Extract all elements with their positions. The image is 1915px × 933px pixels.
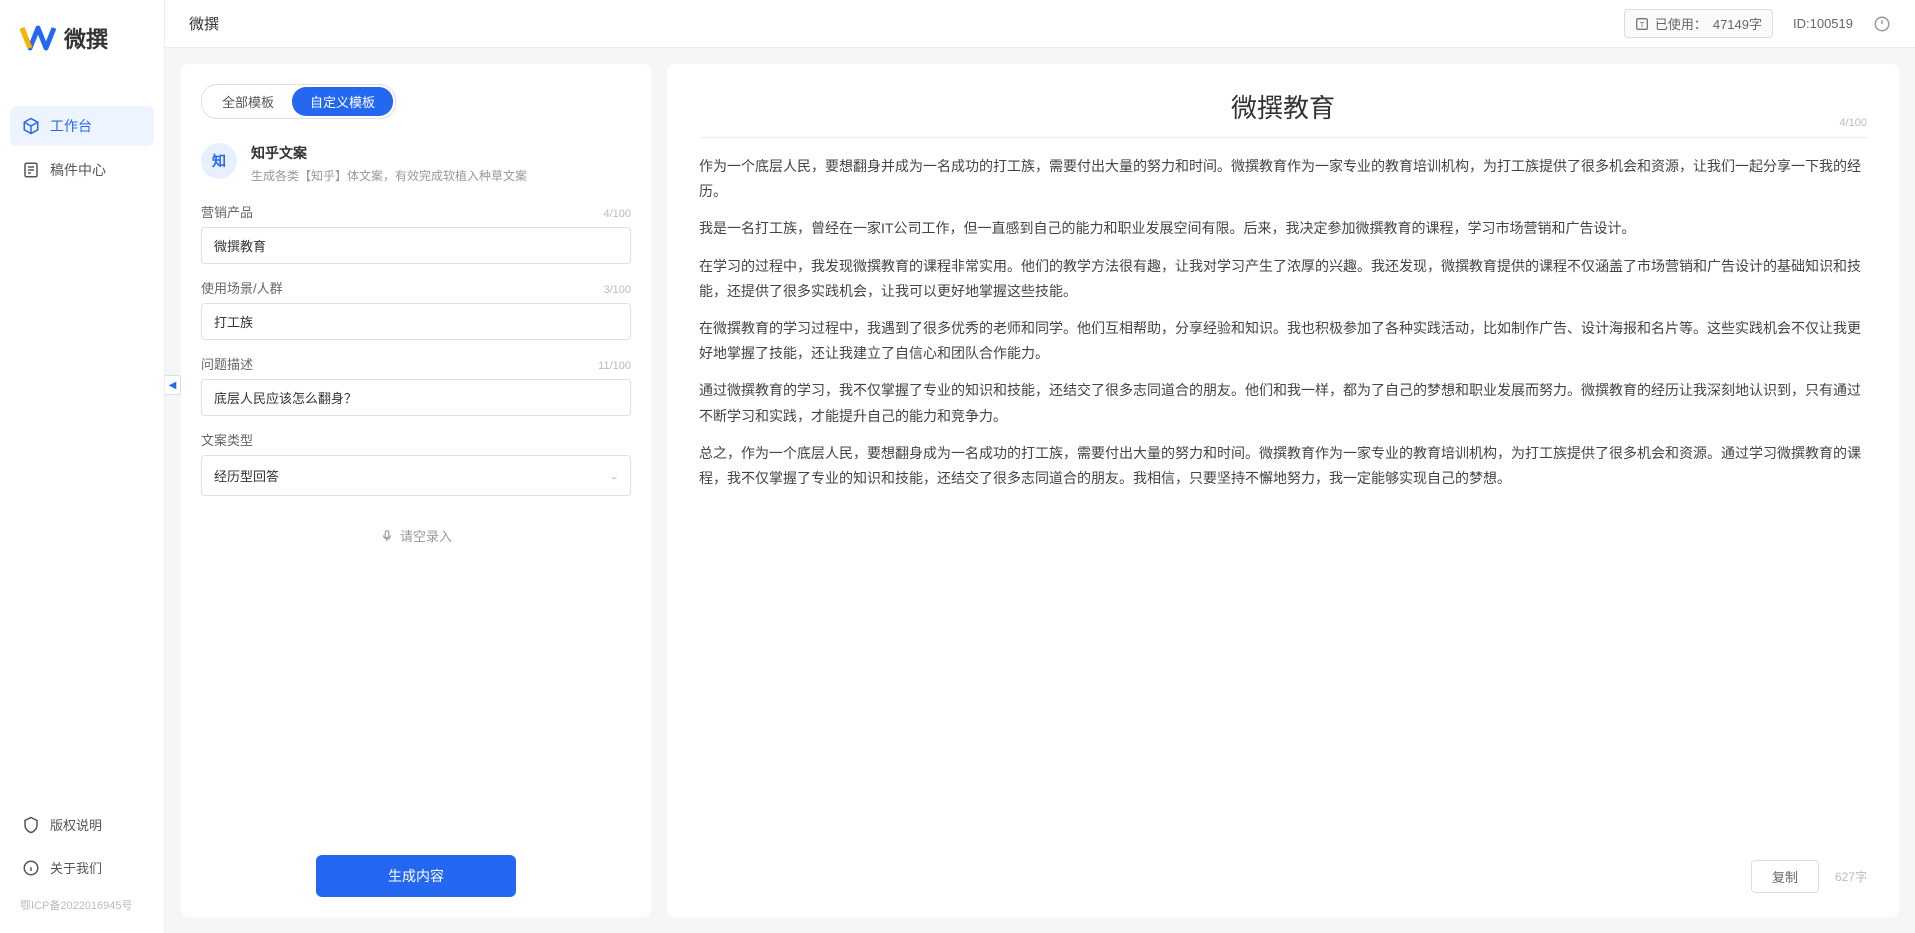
field-counter: 4/100 [603, 208, 631, 220]
scene-input[interactable] [201, 303, 631, 340]
content: 全部模板 自定义模板 知 知乎文案 生成各类【知乎】体文案，有效完成软植入种草文… [165, 48, 1915, 933]
text-icon: T [1635, 17, 1649, 31]
nav-item-label: 工作台 [50, 116, 92, 136]
svg-text:T: T [1640, 21, 1645, 28]
tab-custom-templates[interactable]: 自定义模板 [292, 87, 393, 116]
output-paragraph: 总之，作为一个底层人民，要想翻身成为一名成功的打工族，需要付出大量的努力和时间。… [699, 441, 1867, 491]
field-counter: 3/100 [603, 284, 631, 296]
usage-value: 47149字 [1713, 14, 1762, 33]
template-title: 知乎文案 [251, 143, 527, 163]
output-title-counter: 4/100 [1839, 117, 1867, 129]
field-problem: 问题描述 11/100 [201, 354, 631, 416]
output-paragraph: 通过微撰教育的学习，我不仅掌握了专业的知识和技能，还结交了很多志同道合的朋友。他… [699, 378, 1867, 428]
voice-input-button[interactable]: 请空录入 [201, 516, 631, 555]
page-title: 微撰 [189, 13, 219, 34]
cube-icon [22, 117, 40, 135]
nav: 工作台 稿件中心 [0, 106, 164, 805]
field-label: 问题描述 [201, 354, 253, 373]
output-paragraph: 在微撰教育的学习过程中，我遇到了很多优秀的老师和同学。他们互相帮助，分享经验和知… [699, 316, 1867, 366]
field-scene: 使用场景/人群 3/100 [201, 278, 631, 340]
logo: 微撰 [0, 20, 164, 86]
output-title-row: 微撰教育 4/100 [699, 88, 1867, 138]
field-type: 文案类型 经历型回答 ⌄ [201, 430, 631, 496]
field-label: 文案类型 [201, 430, 253, 449]
main: ◀ 微撰 T 已使用： 47149字 ID:100519 [165, 0, 1915, 933]
mic-icon [380, 529, 394, 543]
word-count: 627字 [1835, 868, 1867, 885]
output-paragraph: 我是一名打工族，曾经在一家IT公司工作，但一直感到自己的能力和职业发展空间有限。… [699, 216, 1867, 241]
generate-button[interactable]: 生成内容 [316, 855, 516, 897]
info-icon [22, 859, 40, 877]
user-id: ID:100519 [1793, 16, 1853, 31]
logo-icon [20, 20, 56, 56]
field-label: 营销产品 [201, 202, 253, 221]
output-panel: 微撰教育 4/100 作为一个底层人民，要想翻身并成为一名成功的打工族，需要付出… [667, 64, 1899, 917]
template-card: 知 知乎文案 生成各类【知乎】体文案，有效完成软植入种草文案 [201, 135, 631, 202]
template-info: 知乎文案 生成各类【知乎】体文案，有效完成软植入种草文案 [251, 143, 527, 184]
nav-item-workspace[interactable]: 工作台 [10, 106, 154, 146]
nav-item-label: 稿件中心 [50, 160, 106, 180]
nav-item-label: 版权说明 [50, 815, 102, 834]
field-counter: 11/100 [598, 360, 631, 372]
nav-item-about[interactable]: 关于我们 [10, 848, 154, 887]
output-title: 微撰教育 [699, 88, 1867, 125]
nav-item-copyright[interactable]: 版权说明 [10, 805, 154, 844]
type-select[interactable]: 经历型回答 [201, 455, 631, 496]
output-body: 作为一个底层人民，要想翻身并成为一名成功的打工族，需要付出大量的努力和时间。微撰… [699, 154, 1867, 846]
usage-badge[interactable]: T 已使用： 47149字 [1624, 9, 1773, 38]
copy-button[interactable]: 复制 [1751, 860, 1819, 893]
tab-all-templates[interactable]: 全部模板 [204, 87, 292, 116]
voice-input-label: 请空录入 [400, 526, 452, 545]
field-label: 使用场景/人群 [201, 278, 283, 297]
nav-item-drafts[interactable]: 稿件中心 [10, 150, 154, 190]
template-icon: 知 [201, 143, 237, 179]
sidebar-collapse-toggle[interactable]: ◀ [165, 375, 181, 395]
output-paragraph: 在学习的过程中，我发现微撰教育的课程非常实用。他们的教学方法很有趣，让我对学习产… [699, 254, 1867, 304]
template-desc: 生成各类【知乎】体文案，有效完成软植入种草文案 [251, 167, 527, 184]
topbar: 微撰 T 已使用： 47149字 ID:100519 [165, 0, 1915, 48]
topbar-right: T 已使用： 47149字 ID:100519 [1624, 9, 1891, 38]
nav-item-label: 关于我们 [50, 858, 102, 877]
template-tabs: 全部模板 自定义模板 [201, 84, 396, 119]
form-panel: 全部模板 自定义模板 知 知乎文案 生成各类【知乎】体文案，有效完成软植入种草文… [181, 64, 651, 917]
sidebar-bottom: 版权说明 关于我们 [0, 805, 164, 887]
icp-text: 鄂ICP备2022016945号 [0, 887, 164, 913]
product-input[interactable] [201, 227, 631, 264]
field-product: 营销产品 4/100 [201, 202, 631, 264]
chevron-left-icon: ◀ [169, 380, 177, 391]
document-icon [22, 161, 40, 179]
output-paragraph: 作为一个底层人民，要想翻身并成为一名成功的打工族，需要付出大量的努力和时间。微撰… [699, 154, 1867, 204]
logo-text: 微撰 [64, 22, 108, 54]
output-footer: 复制 627字 [699, 846, 1867, 893]
usage-prefix: 已使用： [1655, 14, 1707, 33]
power-icon[interactable] [1873, 15, 1891, 33]
problem-input[interactable] [201, 379, 631, 416]
shield-icon [22, 816, 40, 834]
sidebar: 微撰 工作台 稿件中心 版权说明 [0, 0, 165, 933]
